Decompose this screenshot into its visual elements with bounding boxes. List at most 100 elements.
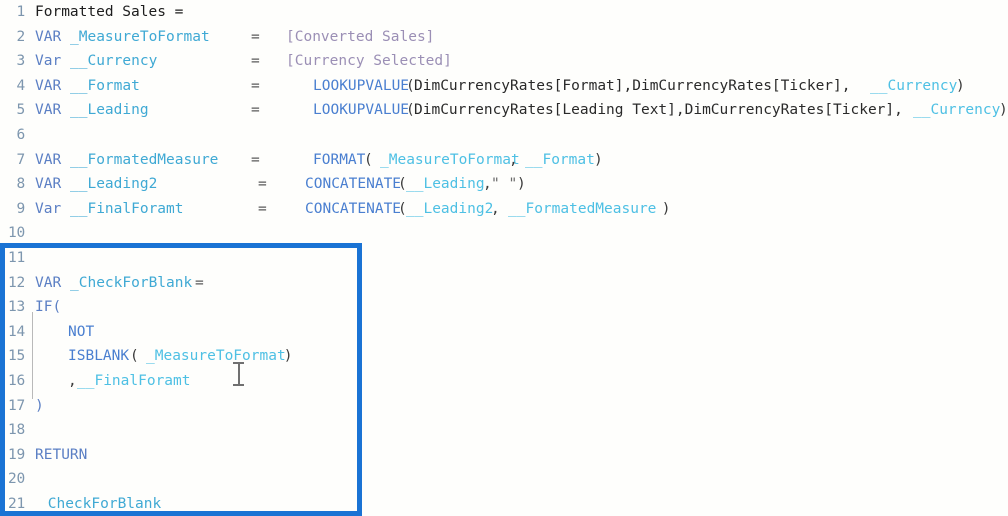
code-token-var: _CheckForBlank <box>70 274 193 291</box>
line-number: 20 <box>7 471 25 488</box>
code-line[interactable]: 13 IF( <box>0 295 1008 320</box>
line-number: 18 <box>7 422 25 439</box>
line-number: 17 <box>7 397 25 414</box>
code-token-keyword: Var <box>35 200 62 217</box>
code-token-var: __Format <box>70 77 140 94</box>
code-line[interactable]: 7 VAR __FormatedMeasure = FORMAT( _MeasureTo… <box>0 148 1008 173</box>
code-line[interactable]: 15 ISBLANK( _MeasureToFormat ) <box>0 344 1008 369</box>
code-line[interactable]: 10 <box>0 221 1008 246</box>
code-token-op: = <box>258 200 267 217</box>
code-token-plain: Formatted Sales = <box>35 4 184 20</box>
line-number: 21 <box>7 496 25 512</box>
code-token-func: ISBLANK <box>68 348 130 365</box>
code-token-var: __FormatedMeasure <box>70 151 219 168</box>
line-number: 16 <box>7 373 25 389</box>
code-token-tbl: DimCurrencyRates[Leading Text],DimCurren… <box>414 102 903 119</box>
code-token-var2: __Leading <box>406 176 485 193</box>
code-line[interactable]: 12 VAR _CheckForBlank = <box>0 271 1008 296</box>
code-token-keyword: VAR <box>35 151 62 168</box>
code-token-keyword: VAR <box>35 77 62 94</box>
code-token-punct: ) <box>275 348 293 365</box>
line-number: 11 <box>7 250 25 266</box>
code-token-punct: , <box>68 373 77 389</box>
code-line[interactable]: 5 VAR __Leading = LOOKUPVALUE(DimCurrencyRat… <box>0 98 1008 123</box>
code-token-op: = <box>251 151 260 168</box>
code-line[interactable]: 17) <box>0 394 1008 419</box>
code-token-var: _MeasureToFormat <box>70 28 210 45</box>
line-number: 7 <box>16 151 25 168</box>
code-token-punct: ) <box>999 102 1008 119</box>
code-token-var: __FinalForamt <box>70 200 184 217</box>
code-line[interactable]: 14 NOT <box>0 320 1008 345</box>
code-token-op: = <box>258 176 267 193</box>
code-token-op: = <box>195 274 204 291</box>
line-number: 14 <box>7 323 25 340</box>
code-token-keyword: VAR <box>35 176 62 193</box>
code-token-var2: _MeasureToFormat <box>380 151 520 168</box>
code-line[interactable]: 6 <box>0 123 1008 148</box>
code-token-var2: __Format <box>525 151 595 168</box>
code-token-keyword: VAR <box>35 274 62 291</box>
text-cursor-icon <box>233 362 244 386</box>
code-token-var2: _MeasureToFormat <box>146 348 286 365</box>
code-token-var2: __FinalForamt <box>77 373 191 389</box>
code-line[interactable]: 9 Var __FinalForamt = CONCATENATE(__Leading2… <box>0 197 1008 222</box>
code-line[interactable]: 19 RETURN <box>0 443 1008 468</box>
code-token-punct: ) <box>594 151 603 168</box>
code-token-punct: , <box>509 151 527 168</box>
code-token-punct: ( <box>130 348 148 365</box>
line-number: 2 <box>16 28 25 45</box>
line-number: 13 <box>7 299 25 316</box>
code-token-punct: ) <box>517 176 526 193</box>
code-token-str: " " <box>491 176 518 193</box>
code-token-punct: ) <box>956 77 965 94</box>
code-line[interactable]: 8 VAR __Leading2 = CONCATENATE(__Leading, " "… <box>0 172 1008 197</box>
code-line[interactable]: 21 _CheckForBlank <box>0 492 1008 516</box>
line-number: 3 <box>16 53 25 70</box>
code-token-func: FORMAT <box>313 151 366 168</box>
line-number: 6 <box>16 127 25 143</box>
line-number: 19 <box>7 446 25 463</box>
code-token-op: = <box>251 28 260 45</box>
code-token-keyword: Var <box>35 53 62 70</box>
indent-guide-line <box>32 312 33 399</box>
code-line[interactable]: 20 <box>0 467 1008 492</box>
code-line[interactable]: 4 VAR __Format = LOOKUPVALUE(DimCurrencyRate… <box>0 74 1008 99</box>
code-token-tbl: DimCurrencyRates[Format],DimCurrencyRate… <box>414 77 851 94</box>
code-token-var: __Leading <box>70 102 149 119</box>
code-line[interactable]: 1 Formatted Sales = <box>0 0 1008 25</box>
line-number: 5 <box>16 102 25 119</box>
code-line[interactable]: 11 <box>0 246 1008 271</box>
code-token-keyword: RETURN <box>35 446 88 463</box>
code-token-func: CONCATENATE <box>305 200 402 217</box>
code-token-punct: , <box>491 200 509 217</box>
code-token-keyword: VAR <box>35 28 62 45</box>
code-token-ref: [Converted Sales] <box>286 28 435 45</box>
code-token-var2: __Currency <box>913 102 1001 119</box>
code-line[interactable]: 16, __FinalForamt <box>0 369 1008 394</box>
code-token-func: NOT <box>68 323 95 340</box>
code-token-var: _CheckForBlank <box>39 496 162 512</box>
line-number: 8 <box>16 176 25 193</box>
code-token-var: __Leading2 <box>70 176 158 193</box>
code-token-var2: __Leading2 <box>406 200 494 217</box>
code-token-ref: [Currency Selected] <box>286 53 452 70</box>
code-token-var2: __FormatedMeasure <box>508 200 657 217</box>
code-line[interactable]: 2 VAR _MeasureToFormat = [Converted Sales] <box>0 25 1008 50</box>
code-token-var2: __Currency <box>870 77 958 94</box>
dax-formula-editor[interactable]: 1 Formatted Sales = 2 VAR _MeasureToFormat = [… <box>0 0 1008 516</box>
code-line[interactable]: 3 Var __Currency = [Currency Selected] <box>0 49 1008 74</box>
code-token-func: LOOKUPVALUE <box>313 77 410 94</box>
line-number: 15 <box>7 348 25 365</box>
code-token-func: LOOKUPVALUE <box>313 102 410 119</box>
code-token-op: = <box>251 53 260 70</box>
line-number: 1 <box>16 4 25 20</box>
code-token-keyword: ) <box>35 397 44 414</box>
code-token-keyword: VAR <box>35 102 62 119</box>
code-line[interactable]: 18 <box>0 418 1008 443</box>
code-token-punct: ) <box>653 200 671 217</box>
code-token-var: __Currency <box>70 53 158 70</box>
code-token-keyword: IF( <box>35 299 62 316</box>
code-token-op: = <box>251 102 260 119</box>
code-token-punct: ( <box>364 151 382 168</box>
